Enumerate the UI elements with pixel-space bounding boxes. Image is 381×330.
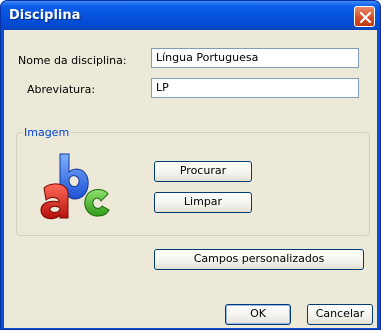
close-button[interactable]: [354, 6, 375, 27]
abbreviation-field[interactable]: LP: [151, 78, 359, 98]
browse-button[interactable]: Procurar: [154, 161, 252, 182]
dialog-window: Disciplina Nome da disciplina: Língua Po…: [0, 0, 381, 330]
cancel-button[interactable]: Cancelar: [307, 304, 373, 325]
abc-icon: [40, 153, 110, 220]
close-icon: [359, 11, 372, 24]
name-label: Nome da disciplina:: [18, 54, 127, 67]
abbreviation-label: Abreviatura:: [27, 83, 96, 96]
name-field[interactable]: Língua Portuguesa: [151, 48, 359, 68]
dialog-body: Nome da disciplina: Língua Portuguesa Ab…: [4, 30, 377, 328]
window-title: Disciplina: [9, 8, 81, 23]
custom-fields-button[interactable]: Campos personalizados: [154, 249, 364, 270]
ok-button[interactable]: OK: [225, 304, 291, 325]
clear-button[interactable]: Limpar: [154, 192, 252, 213]
image-group-legend: Imagem: [22, 126, 72, 139]
title-bar[interactable]: Disciplina: [1, 1, 380, 30]
